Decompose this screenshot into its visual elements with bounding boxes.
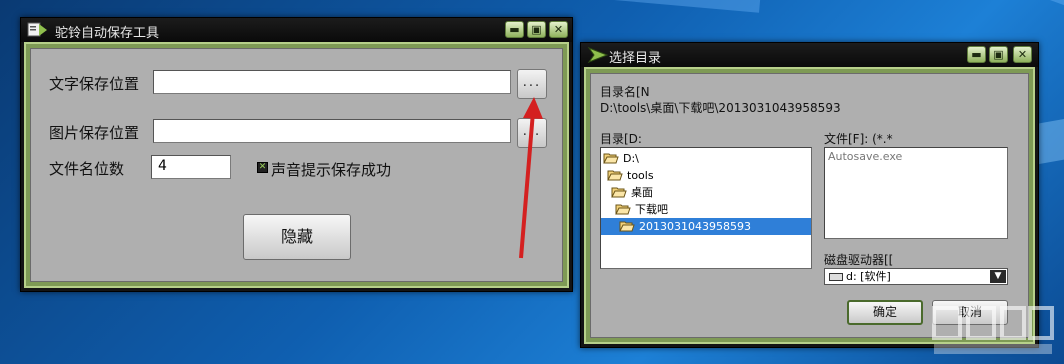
watermark-logo-icon	[932, 306, 1054, 354]
annotation-arrow	[519, 97, 543, 259]
watermark-logo	[930, 302, 1058, 360]
